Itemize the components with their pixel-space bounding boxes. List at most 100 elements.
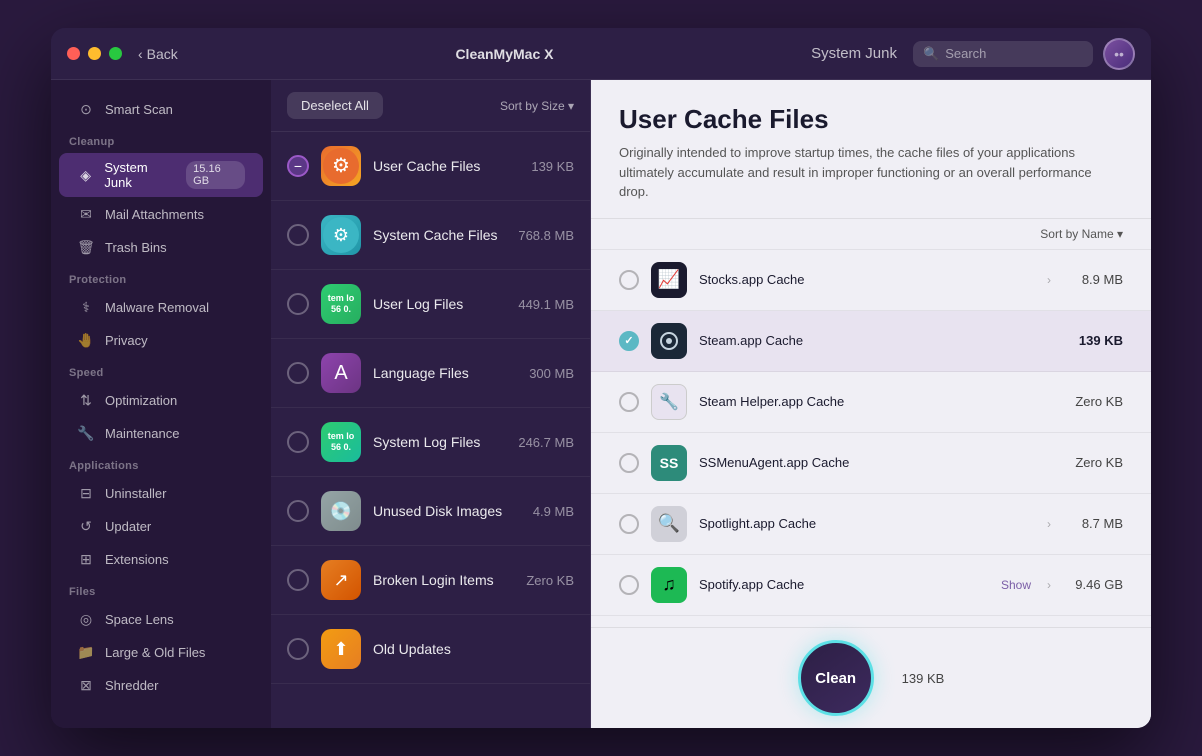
malware-icon: ⚕ [77, 298, 95, 316]
app-title: CleanMyMac X [198, 46, 811, 62]
sidebar-item-optimization[interactable]: ⇅ Optimization [59, 384, 263, 416]
right-check-unchecked[interactable] [619, 514, 639, 534]
check-unchecked-icon[interactable] [287, 293, 309, 315]
space-lens-icon: ◎ [77, 610, 95, 628]
sidebar-item-extensions[interactable]: ⊞ Extensions [59, 543, 263, 575]
avatar[interactable]: •• [1103, 38, 1135, 70]
right-list-item[interactable]: ♫ Spotify.app Cache Show › 9.46 GB [591, 555, 1151, 616]
spotlight-icon: 🔍 [651, 506, 687, 542]
right-list-item[interactable]: 📈 Stocks.app Cache › 8.9 MB [591, 250, 1151, 311]
clean-button[interactable]: Clean [798, 640, 874, 716]
check-partial-icon[interactable] [287, 155, 309, 177]
right-sort-label[interactable]: Sort by Name ▾ [1040, 227, 1123, 241]
maximize-button[interactable] [109, 47, 122, 60]
footer-row: Clean 139 KB [798, 640, 945, 716]
chevron-right-icon: › [1047, 578, 1051, 592]
extensions-icon: ⊞ [77, 550, 95, 568]
updater-icon: ↺ [77, 517, 95, 535]
list-item[interactable]: tem lo 56 0. System Log Files 246.7 MB [271, 408, 590, 477]
right-item-name: Spotlight.app Cache [699, 516, 1035, 531]
check-unchecked-icon[interactable] [287, 500, 309, 522]
system-junk-icon: ◈ [77, 166, 94, 184]
sidebar-item-label-smart-scan: Smart Scan [105, 102, 173, 117]
right-check-checked[interactable] [619, 331, 639, 351]
list-item-size: 768.8 MB [518, 228, 574, 243]
mail-icon: ✉ [77, 205, 95, 223]
sidebar-item-label-large-files: Large & Old Files [105, 645, 205, 660]
search-input[interactable] [945, 46, 1083, 61]
minimize-button[interactable] [88, 47, 101, 60]
list-item-name: System Cache Files [373, 227, 506, 243]
sidebar-item-system-junk[interactable]: ◈ System Junk 15.16 GB [59, 153, 263, 197]
sidebar-item-label-extensions: Extensions [105, 552, 169, 567]
sidebar-item-space-lens[interactable]: ◎ Space Lens [59, 603, 263, 635]
list-item[interactable]: ⚙ System Cache Files 768.8 MB [271, 201, 590, 270]
steam-helper-icon: 🔧 [651, 384, 687, 420]
list-item-size: 449.1 MB [518, 297, 574, 312]
sidebar-item-uninstaller[interactable]: ⊟ Uninstaller [59, 477, 263, 509]
language-icon: A [321, 353, 361, 393]
list-item[interactable]: 💿 Unused Disk Images 4.9 MB [271, 477, 590, 546]
right-list-item[interactable]: SS SSMenuAgent.app Cache Zero KB [591, 433, 1151, 494]
svg-text:⚙: ⚙ [332, 155, 350, 177]
list-item[interactable]: ⬆ Old Updates [271, 615, 590, 684]
trash-icon: 🗑 [77, 238, 95, 256]
list-item[interactable]: ↗ Broken Login Items Zero KB [271, 546, 590, 615]
sidebar-item-privacy[interactable]: 🤚 Privacy [59, 324, 263, 356]
system-junk-badge: 15.16 GB [186, 161, 245, 189]
right-list-item-selected[interactable]: Steam.app Cache 139 KB [591, 311, 1151, 372]
sidebar-item-mail-attachments[interactable]: ✉ Mail Attachments [59, 198, 263, 230]
check-unchecked-icon[interactable] [287, 569, 309, 591]
svg-text:⚙: ⚙ [333, 225, 349, 245]
right-check-unchecked[interactable] [619, 392, 639, 412]
sidebar-item-label-uninstaller: Uninstaller [105, 486, 166, 501]
show-label[interactable]: Show [1001, 578, 1031, 592]
sidebar-item-maintenance[interactable]: 🔧 Maintenance [59, 417, 263, 449]
right-check-unchecked[interactable] [619, 270, 639, 290]
system-cache-icon: ⚙ [321, 215, 361, 255]
sidebar-item-label-mail: Mail Attachments [105, 207, 204, 222]
right-item-name: Steam.app Cache [699, 333, 1051, 348]
list-item-size: 300 MB [529, 366, 574, 381]
right-list-item[interactable]: 🔧 Spotify Helper (GPU).app Cache Zero KB [591, 616, 1151, 628]
check-unchecked-icon[interactable] [287, 638, 309, 660]
right-list-item[interactable]: 🔧 Steam Helper.app Cache Zero KB [591, 372, 1151, 433]
sidebar-item-label-shredder: Shredder [105, 678, 158, 693]
sidebar-item-label-optimization: Optimization [105, 393, 177, 408]
list-item[interactable]: A Language Files 300 MB [271, 339, 590, 408]
user-cache-icon: ⚙ [321, 146, 361, 186]
check-unchecked-icon[interactable] [287, 362, 309, 384]
sidebar-item-trash-bins[interactable]: 🗑 Trash Bins [59, 231, 263, 263]
sidebar-item-label-maintenance: Maintenance [105, 426, 179, 441]
list-item[interactable]: tem lo 56 0. User Log Files 449.1 MB [271, 270, 590, 339]
optimization-icon: ⇅ [77, 391, 95, 409]
list-item[interactable]: ⚙ User Cache Files 139 KB [271, 132, 590, 201]
search-box[interactable]: 🔍 [913, 41, 1093, 67]
right-list-item[interactable]: 🔍 Spotlight.app Cache › 8.7 MB [591, 494, 1151, 555]
system-log-icon: tem lo 56 0. [321, 422, 361, 462]
right-check-unchecked[interactable] [619, 575, 639, 595]
back-button[interactable]: ‹ Back [138, 46, 178, 62]
sidebar-item-updater[interactable]: ↺ Updater [59, 510, 263, 542]
sidebar-item-shredder[interactable]: ⊠ Shredder [59, 669, 263, 701]
sidebar-item-smart-scan[interactable]: ⊙ Smart Scan [59, 93, 263, 125]
check-unchecked-icon[interactable] [287, 224, 309, 246]
right-check-unchecked[interactable] [619, 453, 639, 473]
sidebar-item-malware-removal[interactable]: ⚕ Malware Removal [59, 291, 263, 323]
sort-by-size-label[interactable]: Sort by Size ▾ [500, 99, 574, 113]
sidebar-item-label-privacy: Privacy [105, 333, 148, 348]
disk-image-icon: 💿 [321, 491, 361, 531]
deselect-all-button[interactable]: Deselect All [287, 92, 383, 119]
speed-section-label: Speed [51, 357, 271, 383]
cleanup-section-label: Cleanup [51, 126, 271, 152]
right-title: User Cache Files [619, 104, 1123, 135]
shredder-icon: ⊠ [77, 676, 95, 694]
close-button[interactable] [67, 47, 80, 60]
search-icon: 🔍 [923, 46, 939, 62]
titlebar: ‹ Back CleanMyMac X System Junk 🔍 •• [51, 28, 1151, 80]
privacy-icon: 🤚 [77, 331, 95, 349]
right-item-size: 139 KB [1063, 333, 1123, 348]
section-title: System Junk [811, 45, 897, 62]
check-unchecked-icon[interactable] [287, 431, 309, 453]
sidebar-item-large-old-files[interactable]: 📁 Large & Old Files [59, 636, 263, 668]
